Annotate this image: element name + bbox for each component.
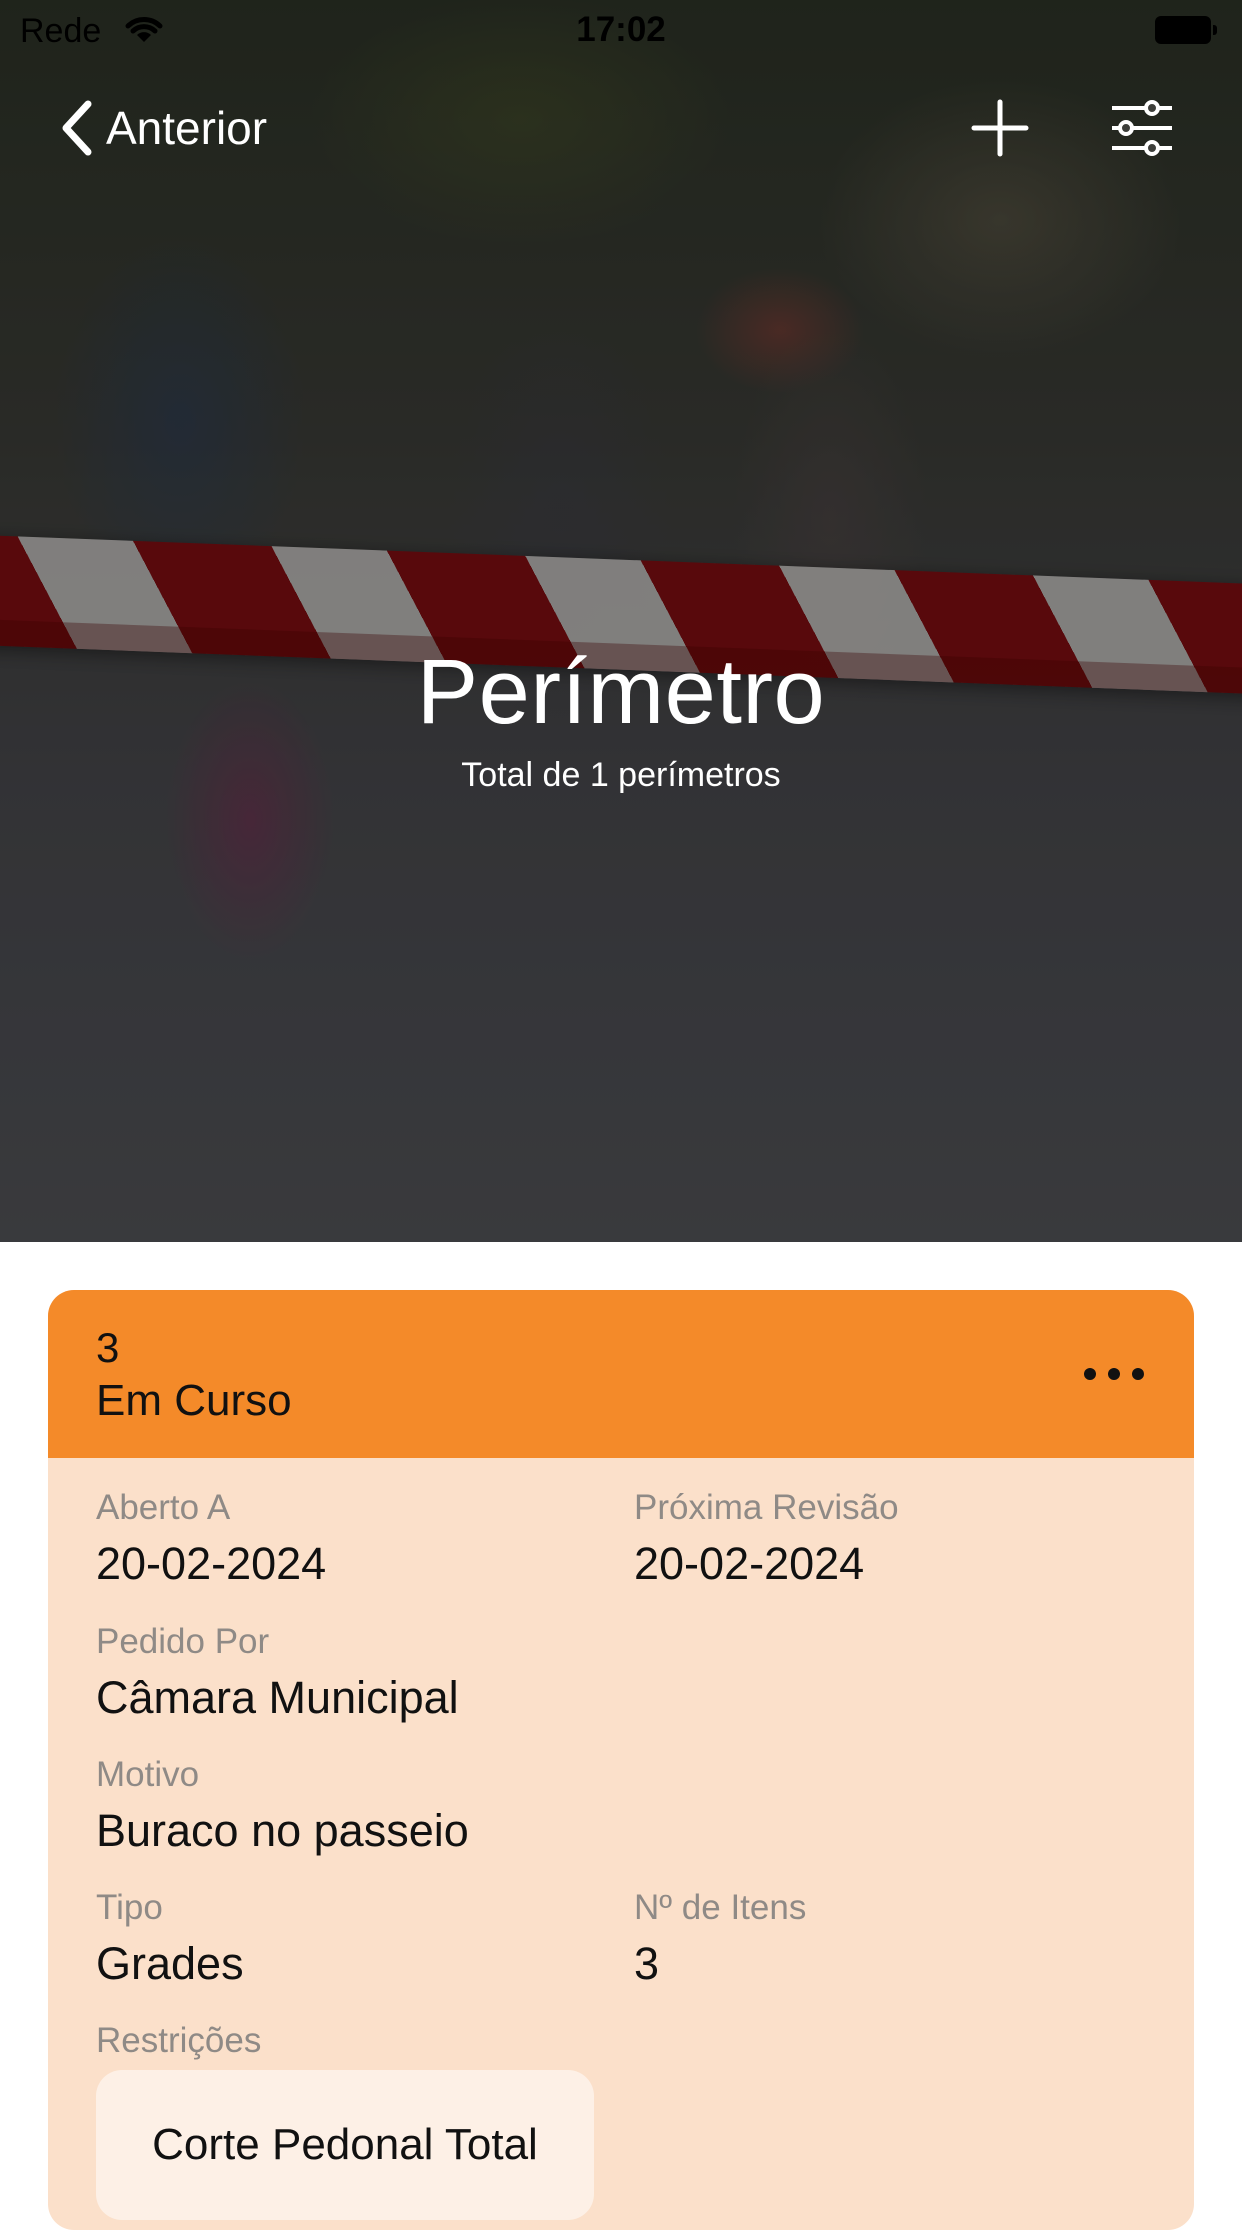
plus-icon xyxy=(971,99,1029,157)
restriction-chip-label: Corte Pedonal Total xyxy=(152,2120,538,2169)
filter-button[interactable] xyxy=(1108,96,1176,160)
perimeter-id: 3 xyxy=(96,1324,120,1371)
page-subtitle: Total de 1 perímetros xyxy=(461,756,781,794)
status-label: Em Curso xyxy=(96,1376,292,1425)
reason-value: Buraco no passeio xyxy=(96,1805,469,1856)
chevron-left-icon xyxy=(62,100,92,156)
ellipsis-icon xyxy=(1084,1368,1144,1380)
item-count-value: 3 xyxy=(634,1938,660,1989)
restrictions-label: Restrições xyxy=(96,2021,262,2060)
next-review-label: Próxima Revisão xyxy=(634,1488,899,1527)
page-title: Perímetro xyxy=(416,641,826,743)
status-bar: Rede 17:02 xyxy=(0,0,1242,62)
add-perimeter-button[interactable] xyxy=(968,96,1032,160)
card-header: 3 Em Curso xyxy=(48,1290,1194,1458)
back-button-label: Anterior xyxy=(106,102,268,154)
type-value: Grades xyxy=(96,1938,244,1989)
requested-by-label: Pedido Por xyxy=(96,1622,270,1661)
reason-label: Motivo xyxy=(96,1755,200,1794)
status-time: 17:02 xyxy=(576,10,666,49)
opened-at-label: Aberto A xyxy=(96,1488,231,1527)
navigation-bar: Anterior xyxy=(0,80,1242,176)
next-review-value: 20-02-2024 xyxy=(634,1538,865,1589)
opened-at-value: 20-02-2024 xyxy=(96,1538,327,1589)
back-button[interactable]: Anterior xyxy=(56,94,267,162)
type-label: Tipo xyxy=(96,1888,163,1927)
battery-icon xyxy=(1155,16,1217,44)
sliders-icon xyxy=(1112,100,1172,156)
restriction-chip: Corte Pedonal Total xyxy=(96,2070,594,2220)
perimeter-card[interactable]: 3 Em Curso Aberto A 20-02-2024 Próxima R… xyxy=(48,1290,1194,2230)
header-background-image xyxy=(0,0,1242,1242)
item-count-label: Nº de Itens xyxy=(634,1888,807,1927)
requested-by-value: Câmara Municipal xyxy=(96,1672,459,1723)
more-options-button[interactable] xyxy=(1078,1350,1150,1398)
